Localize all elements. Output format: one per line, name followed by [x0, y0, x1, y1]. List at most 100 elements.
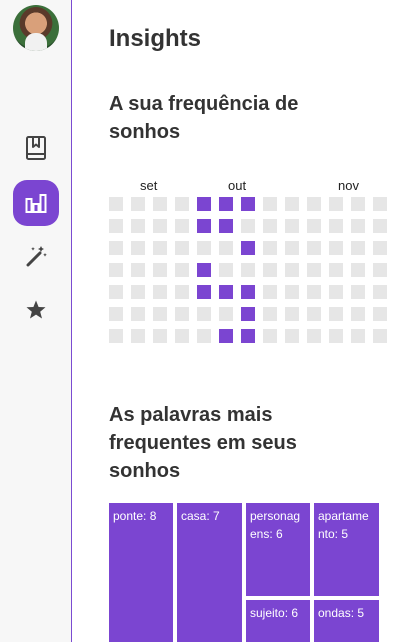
heatmap-cell — [373, 307, 387, 321]
heatmap-cell — [307, 197, 321, 211]
heatmap-cell — [263, 197, 277, 211]
heatmap-cell — [329, 285, 343, 299]
heatmap-cell — [153, 197, 167, 211]
nav-magic-button[interactable] — [13, 233, 59, 279]
heatmap-cell-active — [241, 307, 255, 321]
heatmap-cell — [197, 307, 211, 321]
heatmap-cell-active — [219, 329, 233, 343]
heatmap-cell — [307, 219, 321, 233]
heatmap-cell — [351, 307, 365, 321]
heatmap-cell — [131, 307, 145, 321]
heatmap-cell — [131, 263, 145, 277]
heatmap-cell — [285, 285, 299, 299]
heatmap-cell — [131, 329, 145, 343]
heatmap-cell — [307, 285, 321, 299]
heatmap-cell — [329, 329, 343, 343]
heatmap-cell-active — [219, 219, 233, 233]
heatmap-cell-active — [219, 285, 233, 299]
insights-page: Insights A sua frequência de sonhos set … — [73, 0, 415, 642]
heatmap-cell — [263, 285, 277, 299]
heatmap-cell — [153, 307, 167, 321]
heatmap-cell-active — [197, 219, 211, 233]
heatmap-cell — [219, 307, 233, 321]
bar-chart-icon — [24, 191, 48, 215]
heatmap-cell — [285, 197, 299, 211]
star-icon — [24, 298, 48, 322]
nav-favorites-button[interactable] — [13, 287, 59, 333]
heatmap-cell — [175, 197, 189, 211]
heatmap-cell-active — [219, 197, 233, 211]
heatmap-cell — [373, 197, 387, 211]
heatmap-cell — [153, 219, 167, 233]
heatmap-cell — [263, 329, 277, 343]
heatmap-cell — [175, 219, 189, 233]
heatmap-cell — [285, 241, 299, 255]
treemap-tile-ponte[interactable]: ponte: 8 — [109, 503, 173, 642]
heatmap-cell — [373, 241, 387, 255]
heatmap-cell — [263, 307, 277, 321]
heatmap-cell — [263, 263, 277, 277]
heatmap-cell — [175, 307, 189, 321]
heatmap-cell — [307, 241, 321, 255]
heatmap-cell-active — [241, 197, 255, 211]
heatmap-cell — [109, 241, 123, 255]
treemap-tile-apartamento[interactable]: apartamento: 5 — [314, 503, 379, 596]
heatmap-cell — [131, 197, 145, 211]
heatmap-cell — [307, 307, 321, 321]
heatmap-cell-active — [197, 285, 211, 299]
month-label-nov: nov — [338, 178, 359, 193]
heatmap-cell — [263, 241, 277, 255]
heatmap-cell-active — [241, 329, 255, 343]
heatmap-cell — [219, 263, 233, 277]
heatmap-cell — [285, 263, 299, 277]
heatmap-cell — [175, 329, 189, 343]
heatmap-cell — [175, 285, 189, 299]
heatmap-cell — [373, 329, 387, 343]
treemap-tile-sujeito[interactable]: sujeito: 6 — [246, 600, 310, 642]
heatmap-cell — [351, 329, 365, 343]
month-label-out: out — [228, 178, 247, 193]
heatmap-cell — [153, 329, 167, 343]
heatmap-cell — [263, 219, 277, 233]
heatmap-cell — [329, 263, 343, 277]
treemap-tile-casa[interactable]: casa: 7 — [177, 503, 242, 642]
frequency-title: A sua frequência de sonhos — [109, 93, 299, 143]
heatmap-cell — [197, 241, 211, 255]
heatmap-cell — [373, 285, 387, 299]
heatmap-cell — [109, 197, 123, 211]
heatmap-cell — [351, 263, 365, 277]
magic-wand-icon — [24, 244, 48, 268]
heatmap-cell — [285, 219, 299, 233]
heatmap-cell-active — [197, 197, 211, 211]
treemap-tile-ondas[interactable]: ondas: 5 — [314, 600, 379, 642]
heatmap-cell — [219, 241, 233, 255]
user-avatar[interactable] — [13, 5, 59, 51]
heatmap-cell — [329, 197, 343, 211]
page-title: Insights — [109, 25, 202, 52]
heatmap-cell — [197, 329, 211, 343]
heatmap-cell — [175, 241, 189, 255]
heatmap-cell — [131, 241, 145, 255]
heatmap-cell-active — [241, 241, 255, 255]
heatmap-cell — [153, 263, 167, 277]
heatmap-cell-active — [241, 285, 255, 299]
heatmap-cell — [175, 263, 189, 277]
nav-journal-button[interactable] — [13, 125, 59, 171]
treemap-tile-personagens[interactable]: personagens: 6 — [246, 503, 310, 596]
heatmap-cell — [373, 263, 387, 277]
heatmap-cell — [109, 263, 123, 277]
heatmap-cell — [131, 219, 145, 233]
heatmap-cell — [351, 197, 365, 211]
heatmap-cell — [307, 263, 321, 277]
heatmap-cell — [329, 241, 343, 255]
heatmap-cell — [131, 285, 145, 299]
heatmap-cell — [351, 219, 365, 233]
heatmap-cell — [241, 219, 255, 233]
heatmap-cell — [373, 219, 387, 233]
bookmark-book-icon — [24, 135, 48, 161]
heatmap-cell — [109, 285, 123, 299]
heatmap-cell — [329, 307, 343, 321]
words-title: As palavras mais frequentes em seus sonh… — [109, 404, 297, 482]
nav-insights-button[interactable] — [13, 180, 59, 226]
heatmap-cell — [109, 219, 123, 233]
